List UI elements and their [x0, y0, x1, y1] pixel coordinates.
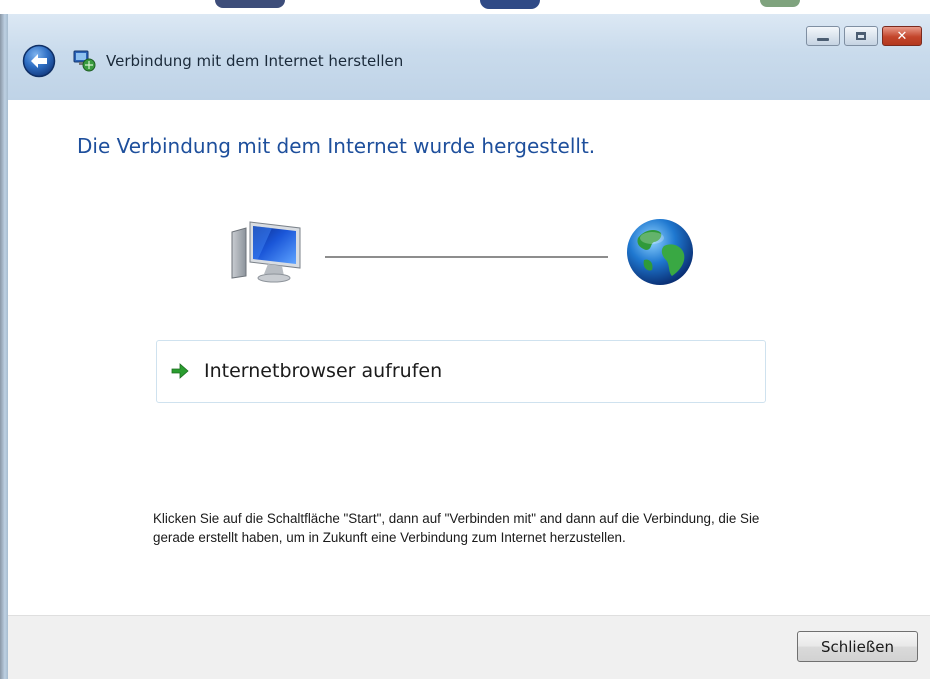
back-arrow-icon	[22, 44, 56, 78]
desktop-strip	[0, 0, 930, 14]
open-browser-label: Internetbrowser aufrufen	[204, 360, 443, 382]
green-arrow-icon	[171, 361, 189, 381]
instruction-text: Klicken Sie auf die Schaltfläche "Start"…	[153, 511, 760, 545]
window-title: Verbindung mit dem Internet herstellen	[106, 52, 404, 70]
page-heading: Die Verbindung mit dem Internet wurde he…	[77, 134, 596, 158]
back-button[interactable]	[22, 44, 56, 78]
desktop-fragment	[215, 0, 285, 8]
minimize-button[interactable]	[806, 26, 840, 46]
close-button[interactable]: Schließen	[797, 631, 918, 662]
connection-line	[325, 256, 608, 258]
desktop-fragment	[480, 0, 540, 9]
desktop-fragment	[760, 0, 800, 7]
close-icon: ✕	[896, 28, 908, 44]
maximize-button[interactable]	[844, 26, 878, 46]
network-connection-icon	[72, 48, 96, 74]
minimize-icon	[817, 37, 829, 41]
maximize-icon	[856, 32, 866, 40]
dialog-footer: Schließen	[8, 615, 930, 679]
open-browser-link[interactable]: Internetbrowser aufrufen	[156, 340, 766, 403]
window-frame-left	[0, 0, 8, 679]
globe-icon	[624, 216, 696, 288]
close-window-button[interactable]: ✕	[882, 26, 922, 46]
computer-icon	[228, 218, 304, 284]
window-controls: ✕	[806, 26, 922, 46]
